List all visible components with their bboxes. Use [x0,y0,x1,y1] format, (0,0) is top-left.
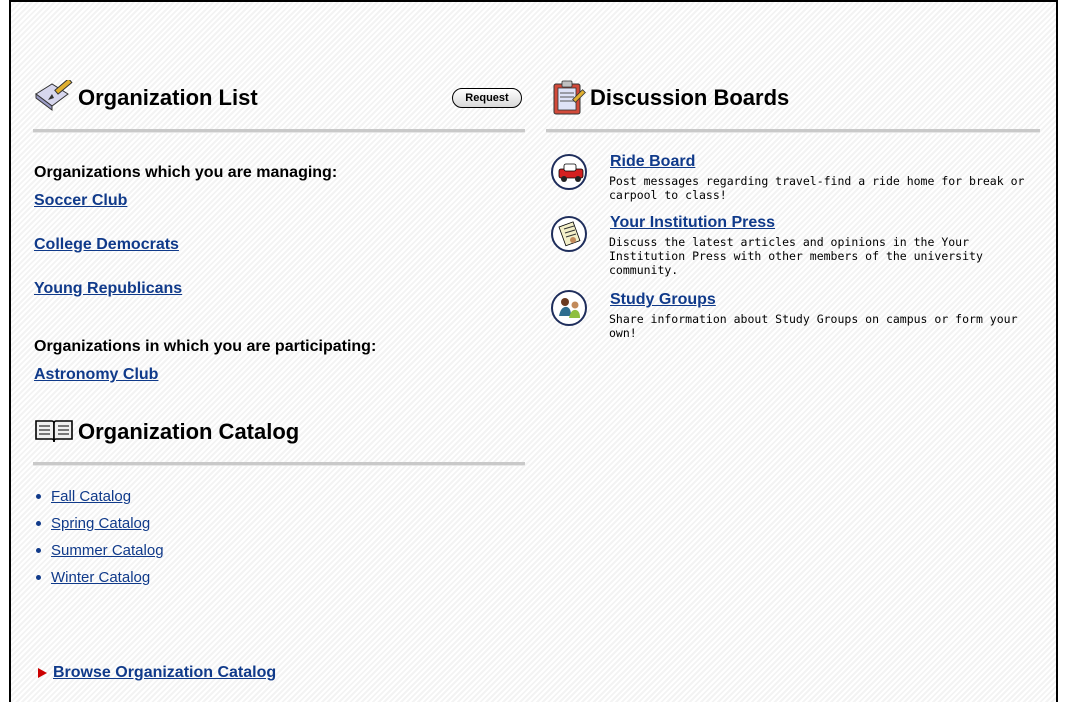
institution-press-link[interactable]: Your Institution Press [610,214,775,232]
institution-press-description: Discuss the latest articles and opinions… [609,235,983,277]
org-link-soccer-club[interactable]: Soccer Club [34,192,127,210]
browse-catalog-link[interactable]: Browse Organization Catalog [53,664,276,681]
newspaper-icon[interactable] [551,216,587,252]
catalog-item[interactable]: Fall Catalog [36,488,131,505]
bullet-icon [36,520,41,526]
discussion-boards-title: Discussion Boards [590,85,790,110]
divider [33,129,525,133]
managing-heading: Organizations which you are managing: [34,164,338,181]
request-button[interactable]: Request [452,88,522,108]
org-link-young-republicans[interactable]: Young Republicans [34,280,182,298]
organization-list-title: Organization List [78,85,258,110]
catalog-item[interactable]: Spring Catalog [36,515,150,532]
org-link-college-democrats[interactable]: College Democrats [34,236,179,254]
winter-catalog-link[interactable]: Winter Catalog [51,569,150,586]
participating-heading: Organizations in which you are participa… [34,338,377,355]
pencil-paper-icon [35,80,73,111]
study-groups-description: Share information about Study Groups on … [609,312,1018,340]
divider [546,129,1040,133]
fall-catalog-link[interactable]: Fall Catalog [51,488,131,505]
browse-catalog-row[interactable]: Browse Organization Catalog [38,664,276,682]
bullet-icon [36,574,41,580]
clipboard-icon [553,80,586,115]
book-icon [35,420,73,443]
spring-catalog-link[interactable]: Spring Catalog [51,515,150,532]
catalog-item[interactable]: Winter Catalog [36,569,150,586]
ride-board-description: Post messages regarding travel-find a ri… [609,174,1025,202]
study-group-icon[interactable] [551,290,587,326]
arrow-right-icon [38,667,47,678]
bullet-icon [36,547,41,553]
study-groups-link[interactable]: Study Groups [610,291,716,309]
catalog-item[interactable]: Summer Catalog [36,542,164,559]
divider [33,462,525,466]
ride-board-link[interactable]: Ride Board [610,153,695,171]
summer-catalog-link[interactable]: Summer Catalog [51,542,164,559]
car-icon[interactable] [551,154,587,190]
organization-catalog-title: Organization Catalog [78,419,300,444]
org-link-astronomy-club[interactable]: Astronomy Club [34,366,158,384]
bullet-icon [36,493,41,499]
